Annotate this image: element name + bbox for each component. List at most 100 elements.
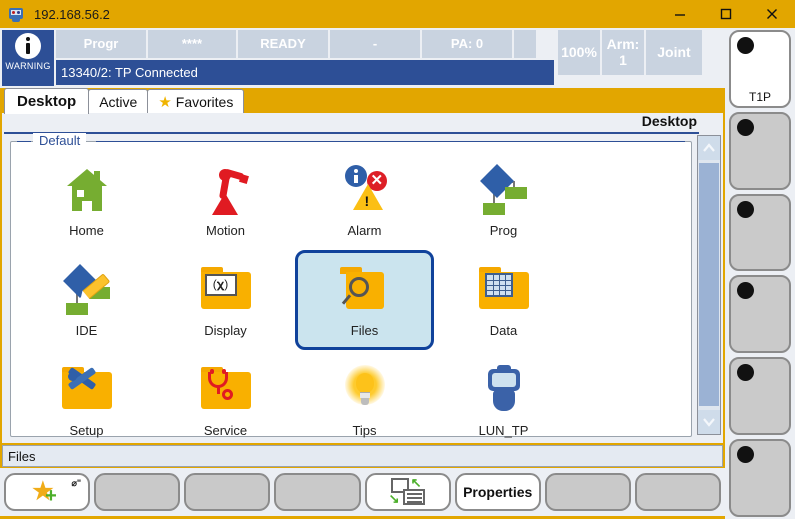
page-title: Desktop [641, 113, 697, 129]
status-cell-mode: Joint [646, 30, 702, 75]
status-bar: WARNING Progr **** READY - PA: 0 13340/2… [0, 28, 725, 88]
toolbar-button-7[interactable] [544, 473, 631, 511]
toolbar-button-properties[interactable]: Properties [454, 473, 541, 511]
led-indicator-icon [737, 364, 754, 382]
desktop-icon-prog[interactable]: Prog [434, 150, 573, 250]
folder-grid-icon [474, 261, 534, 317]
teach-pendant-icon [474, 361, 534, 417]
desktop-icon-setup[interactable]: Setup [17, 350, 156, 450]
toolbar-button-2[interactable] [94, 473, 181, 511]
icon-label: Service [203, 423, 248, 438]
sidebar-button-6[interactable] [729, 439, 791, 517]
sidebar-button-label: T1P [748, 89, 771, 104]
desktop-icon-home[interactable]: Home [17, 150, 156, 250]
right-sidebar: T1P [725, 28, 795, 519]
icon-grid: Home Motion ✕ Alarm [17, 150, 685, 450]
icon-label: Display [204, 323, 247, 338]
status-right-cells: 100% Arm: 1 Joint [558, 30, 702, 75]
toolbar-button-view-toggle[interactable]: ↖ ↘ [364, 473, 451, 511]
status-cell-program: Progr [56, 30, 146, 58]
toolbar-button-3[interactable] [184, 473, 271, 511]
tab-desktop[interactable]: Desktop [4, 88, 90, 114]
vertical-scrollbar[interactable] [697, 135, 721, 435]
sidebar-button-5[interactable] [729, 357, 791, 436]
flowchart-pencil-icon [57, 261, 117, 317]
folder-tools-icon [57, 361, 117, 417]
folder-stethoscope-icon [196, 361, 256, 417]
desktop-icon-tips[interactable]: Tips [295, 350, 434, 450]
icon-label: IDE [75, 323, 98, 338]
icon-label: Setup [69, 423, 104, 438]
status-cell-ready: READY [238, 30, 328, 58]
sidebar-button-2[interactable] [729, 111, 791, 190]
status-cell-state: **** [148, 30, 236, 58]
teach-pendant-icon [8, 6, 24, 22]
status-line: Files [2, 445, 723, 467]
warning-indicator: WARNING [2, 30, 54, 86]
icon-label: LUN_TP [478, 423, 529, 438]
desktop-icon-lun-tp[interactable]: LUN_TP [434, 350, 573, 450]
toolbar-button-label: Properties [463, 484, 533, 500]
scroll-down-button[interactable] [698, 410, 720, 434]
led-indicator-icon [737, 446, 754, 464]
folder-display-icon: (𝛘) [196, 261, 256, 317]
desktop-icon-data[interactable]: Data [434, 250, 573, 350]
scrollbar-thumb[interactable] [699, 163, 719, 406]
folder-search-icon [335, 261, 395, 317]
desktop-icon-motion[interactable]: Motion [156, 150, 295, 250]
flowchart-icon [474, 161, 534, 217]
window-controls [657, 0, 795, 28]
bottom-toolbar: ★ + ⌀" ↖ ↘ Properties [0, 468, 725, 516]
alarm-icon: ✕ [335, 161, 395, 217]
tab-favorites[interactable]: ★ Favorites [147, 89, 245, 114]
status-cell-pa: PA: 0 [422, 30, 512, 58]
led-indicator-icon [737, 118, 754, 136]
sidebar-button-t1p[interactable]: T1P [729, 30, 791, 108]
sidebar-button-4[interactable] [729, 275, 791, 354]
desktop-icon-service[interactable]: Service [156, 350, 295, 450]
toolbar-button-add-favorite[interactable]: ★ + ⌀" [4, 473, 91, 511]
led-indicator-icon [737, 200, 754, 218]
grid-list-toggle-icon: ↖ ↘ [389, 476, 427, 506]
info-icon [15, 33, 41, 59]
desktop-icon-display[interactable]: (𝛘) Display [156, 250, 295, 350]
tab-desktop-label: Desktop [17, 93, 77, 110]
tab-active[interactable]: Active [88, 89, 149, 114]
led-indicator-icon [737, 282, 754, 300]
tab-bar: Desktop Active ★ Favorites [4, 88, 245, 114]
minimize-button[interactable] [657, 0, 703, 28]
scroll-up-button[interactable] [698, 136, 720, 160]
group-rule-left [17, 141, 31, 142]
lightbulb-icon [335, 361, 395, 417]
house-icon [57, 161, 117, 217]
status-cell-arm: Arm: 1 [602, 30, 644, 75]
desktop-icon-ide[interactable]: IDE [17, 250, 156, 350]
toolbar-button-corner-glyph: ⌀" [71, 478, 82, 488]
toolbar-button-8[interactable] [634, 473, 721, 511]
close-button[interactable] [749, 0, 795, 28]
group-rule-right [96, 141, 685, 142]
status-cells: Progr **** READY - PA: 0 [56, 30, 536, 58]
toolbar-button-4[interactable] [274, 473, 361, 511]
group-label: Default [33, 133, 87, 148]
icon-label: Home [69, 223, 104, 238]
status-message: 13340/2: TP Connected [56, 60, 554, 85]
desktop-icon-files[interactable]: Files [295, 250, 434, 350]
icon-label: Prog [489, 223, 518, 238]
icon-label: Tips [352, 423, 377, 438]
application-window: 192.168.56.2 WARNING Progr **** READY - … [0, 0, 795, 519]
sidebar-button-3[interactable] [729, 193, 791, 272]
icon-label: Files [350, 323, 379, 338]
maximize-button[interactable] [703, 0, 749, 28]
icon-label: Motion [205, 223, 246, 238]
status-cell-blank: - [330, 30, 420, 58]
star-icon: ★ [158, 94, 172, 111]
status-line-text: Files [8, 448, 36, 464]
add-favorite-icon: ★ + [32, 478, 57, 507]
title-bar: 192.168.56.2 [0, 0, 795, 28]
desktop-panel: Desktop Default Home Motion ✕ ! Alarm Pr… [2, 113, 723, 443]
led-indicator-icon [737, 37, 754, 54]
status-cell-extra [514, 30, 536, 58]
icon-group: Default Home Motion ✕ ! Alarm Prog IDE (… [10, 133, 692, 438]
desktop-icon-alarm[interactable]: ✕ Alarm [295, 150, 434, 250]
